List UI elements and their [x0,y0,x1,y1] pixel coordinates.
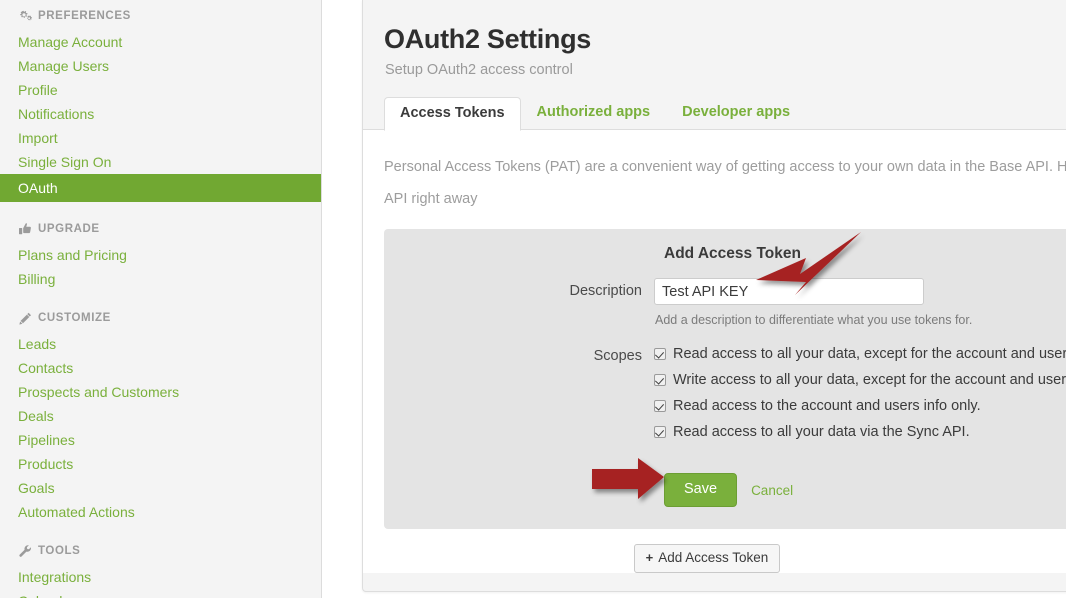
intro-text-line-2: API right away [384,191,478,207]
tab-bar: Access Tokens Authorized apps Developer … [363,96,1066,131]
nav-group-divider [0,524,321,535]
description-help-text: Add a description to differentiate what … [655,313,973,327]
thumbs-up-icon [18,222,32,236]
settings-content-card: OAuth2 Settings Setup OAuth2 access cont… [362,0,1066,592]
checkbox-read-all[interactable] [654,348,666,360]
sidebar-item-plans-and-pricing[interactable]: Plans and Pricing [0,243,321,267]
nav-group-preferences: PREFERENCES Manage Account Manage Users … [0,0,321,202]
nav-group-divider [0,291,321,302]
scope-option-read-sync-api[interactable]: Read access to all your data via the Syn… [654,423,1066,442]
wrench-icon [18,544,32,558]
sidebar-item-products[interactable]: Products [0,452,321,476]
nav-group-upgrade: UPGRADE Plans and Pricing Billing [0,213,321,291]
sidebar-item-oauth[interactable]: OAuth [0,174,321,202]
save-button[interactable]: Save [664,473,738,507]
scopes-label: Scopes [593,348,642,364]
form-heading: Add Access Token [664,245,801,262]
nav-group-header-upgrade: UPGRADE [0,213,321,243]
form-actions: Save Cancel [664,473,1066,507]
app-screen: PREFERENCES Manage Account Manage Users … [0,0,1066,598]
add-access-token-form: Add Access Token Description Add a descr… [384,229,1066,529]
tab-access-tokens[interactable]: Access Tokens [384,97,521,131]
nav-group-header-tools: TOOLS [0,535,321,565]
description-label: Description [569,283,642,299]
sidebar-item-leads[interactable]: Leads [0,332,321,356]
sidebar-item-deals[interactable]: Deals [0,404,321,428]
sidebar-item-integrations[interactable]: Integrations [0,565,321,589]
nav-group-header-preferences: PREFERENCES [0,0,321,30]
nav-group-customize: CUSTOMIZE Leads Contacts Prospects and C… [0,302,321,524]
sidebar-item-pipelines[interactable]: Pipelines [0,428,321,452]
form-row-scopes: Scopes Read access to all your data, exc… [384,345,1066,449]
sidebar-item-contacts[interactable]: Contacts [0,356,321,380]
scope-option-read-account[interactable]: Read access to the account and users inf… [654,397,1066,416]
nav-group-title: PREFERENCES [38,10,131,22]
sidebar-item-notifications[interactable]: Notifications [0,102,321,126]
scopes-control: Read access to all your data, except for… [654,345,1066,449]
sidebar-item-prospects-and-customers[interactable]: Prospects and Customers [0,380,321,404]
nav-group-title: UPGRADE [38,223,100,235]
sidebar-item-profile[interactable]: Profile [0,78,321,102]
cancel-link[interactable]: Cancel [751,483,793,498]
plus-icon: + [645,550,654,565]
tab-authorized-apps[interactable]: Authorized apps [521,96,667,130]
page-subtitle: Setup OAuth2 access control [385,62,573,78]
pencil-icon [18,311,32,325]
sidebar-item-single-sign-on[interactable]: Single Sign On [0,150,321,174]
tab-developer-apps[interactable]: Developer apps [666,96,806,130]
sidebar-item-manage-users[interactable]: Manage Users [0,54,321,78]
scope-label: Read access to the account and users inf… [673,398,981,414]
form-row-description: Description Add a description to differe… [384,278,1066,327]
nav-group-divider [0,202,321,213]
add-access-token-row: + Add Access Token [363,544,1066,573]
sidebar-item-billing[interactable]: Billing [0,267,321,291]
page-title: OAuth2 Settings [384,24,592,54]
add-access-token-button[interactable]: + Add Access Token [633,544,781,573]
gears-icon [18,9,32,23]
scope-label: Read access to all your data, except for… [673,346,1066,362]
scope-label: Write access to all your data, except fo… [673,372,1066,388]
sidebar-item-goals[interactable]: Goals [0,476,321,500]
checkbox-read-account[interactable] [654,400,666,412]
checkbox-read-sync-api[interactable] [654,426,666,438]
nav-group-title: CUSTOMIZE [38,312,111,324]
nav-group-tools: TOOLS Integrations Calendars Emails [0,535,321,598]
scope-option-write-all[interactable]: Write access to all your data, except fo… [654,371,1066,390]
description-input[interactable] [654,278,924,305]
nav-group-header-customize: CUSTOMIZE [0,302,321,332]
sidebar-item-automated-actions[interactable]: Automated Actions [0,500,321,524]
scope-option-read-all[interactable]: Read access to all your data, except for… [654,345,1066,364]
sidebar-item-manage-account[interactable]: Manage Account [0,30,321,54]
add-access-token-label: Add Access Token [658,550,769,565]
sidebar-item-calendars[interactable]: Calendars [0,589,321,598]
intro-text-line-1: Personal Access Tokens (PAT) are a conve… [384,159,1066,175]
checkbox-write-all[interactable] [654,374,666,386]
sidebar-item-import[interactable]: Import [0,126,321,150]
nav-group-title: TOOLS [38,545,81,557]
tab-panel-access-tokens: Personal Access Tokens (PAT) are a conve… [363,130,1066,573]
settings-sidebar: PREFERENCES Manage Account Manage Users … [0,0,322,598]
description-control: Add a description to differentiate what … [654,278,1066,327]
scope-label: Read access to all your data via the Syn… [673,424,970,440]
